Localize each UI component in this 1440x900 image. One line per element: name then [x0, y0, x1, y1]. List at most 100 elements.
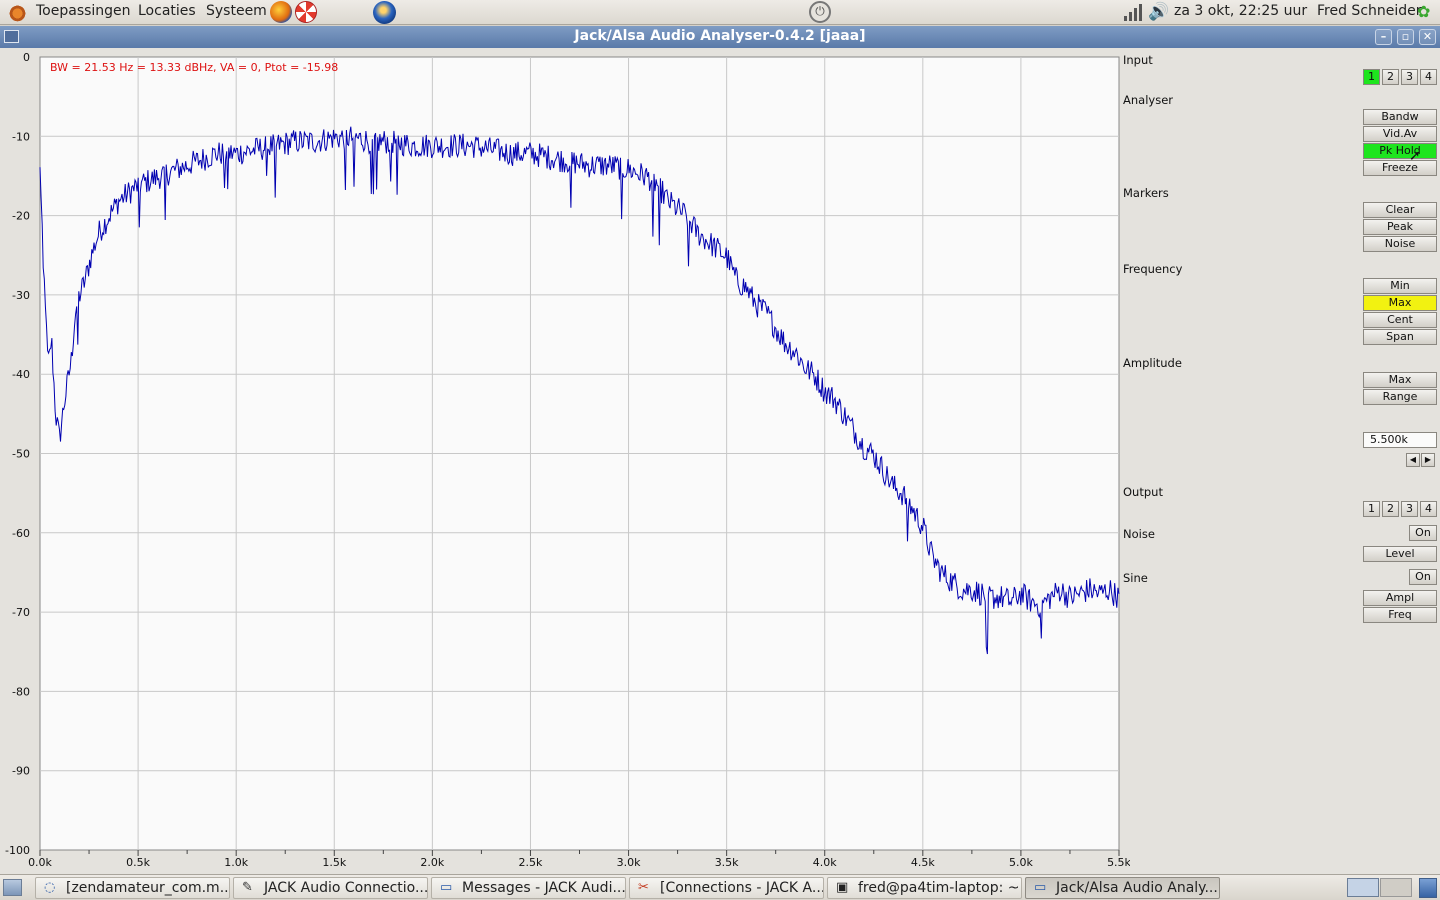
peak-hold-button[interactable]: Pk Hold	[1363, 143, 1437, 159]
user-status-icon[interactable]: ✿	[1417, 2, 1430, 21]
show-desktop-icon[interactable]	[3, 879, 22, 896]
spectrum-chart[interactable]: 0 -10 -20 -30 -40 -50 -60 -70 -80 -90 -100 0.0k 0.5…	[0, 48, 1130, 874]
y-tick-label: -20	[12, 210, 30, 223]
browser-icon: ◌	[44, 880, 56, 895]
y-tick-label: -50	[12, 448, 30, 461]
spectrum-plot[interactable]: 0 -10 -20 -30 -40 -50 -60 -70 -80 -90 -100 0.0k 0.5…	[0, 48, 1130, 874]
x-tick-label: 3.0k	[617, 856, 641, 869]
y-tick-label: -30	[12, 289, 30, 302]
jack-icon: ✎	[242, 880, 253, 895]
menu-places[interactable]: Locaties	[138, 3, 196, 19]
network-signal-icon[interactable]	[1124, 4, 1142, 21]
sine-on-button[interactable]: On	[1409, 569, 1437, 585]
minimize-button[interactable]: –	[1375, 29, 1392, 45]
control-panel: Input 1 2 3 4 Analyser Bandw Vid.Av Pk H…	[1120, 48, 1440, 874]
x-tick-label: 1.0k	[224, 856, 248, 869]
x-tick-label: 2.5k	[519, 856, 543, 869]
gnome-foot-icon[interactable]	[8, 3, 27, 22]
video-average-button[interactable]: Vid.Av	[1363, 126, 1437, 142]
sine-amplitude-button[interactable]: Ampl	[1363, 590, 1437, 606]
noise-on-button[interactable]: On	[1409, 525, 1437, 541]
sine-frequency-button[interactable]: Freq	[1363, 607, 1437, 623]
amplitude-label: Amplitude	[1123, 356, 1182, 370]
y-tick-label: -40	[12, 368, 30, 381]
window-titlebar[interactable]: Jack/Alsa Audio Analyser-0.4.2 [jaaa] – …	[0, 26, 1440, 48]
window-title: Jack/Alsa Audio Analyser-0.4.2 [jaaa]	[574, 28, 866, 44]
output-channel-1-button[interactable]: 1	[1363, 501, 1380, 517]
window-icon: ▭	[1034, 880, 1047, 895]
output-label: Output	[1123, 485, 1163, 499]
x-tick-label: 0.0k	[28, 856, 52, 869]
clock[interactable]: za 3 okt, 22:25 uur	[1174, 3, 1307, 19]
menu-applications[interactable]: Toepassingen	[36, 3, 131, 19]
noise-label: Noise	[1123, 527, 1155, 541]
y-tick-label: 0	[23, 51, 30, 64]
firefox-icon[interactable]	[270, 1, 292, 23]
frequency-span-button[interactable]: Span	[1363, 329, 1437, 345]
top-panel: Toepassingen Locaties Systeem ⏻ 🔊 za 3 o…	[0, 0, 1440, 25]
input-label: Input	[1123, 53, 1153, 67]
x-tick-label: 2.0k	[420, 856, 444, 869]
x-tick-label: 3.5k	[715, 856, 739, 869]
y-tick-label: -80	[12, 685, 30, 698]
close-button[interactable]: ✕	[1419, 29, 1436, 45]
workspace-2[interactable]	[1380, 878, 1412, 897]
x-tick-label: 1.5k	[322, 856, 346, 869]
output-channel-2-button[interactable]: 2	[1382, 501, 1399, 517]
maximize-button[interactable]: ▫	[1397, 29, 1414, 45]
output-channel-3-button[interactable]: 3	[1401, 501, 1418, 517]
window-icon: ▭	[440, 880, 453, 895]
frequency-label: Frequency	[1123, 262, 1183, 276]
thunderbird-icon[interactable]	[373, 1, 396, 24]
input-channel-2-button[interactable]: 2	[1382, 69, 1399, 85]
taskbar: ◌ [zendamateur_com.m... ✎ JACK Audio Conne…	[0, 874, 1440, 900]
trash-icon[interactable]	[1419, 878, 1437, 898]
decrement-arrow-button[interactable]: ◀	[1406, 453, 1420, 467]
help-lifebuoy-icon[interactable]	[295, 1, 317, 23]
bandwidth-button[interactable]: Bandw	[1363, 109, 1437, 125]
increment-arrow-button[interactable]: ▶	[1421, 453, 1435, 467]
power-icon[interactable]: ⏻	[809, 1, 831, 23]
y-tick-label: -10	[12, 130, 30, 143]
taskbar-item-messages[interactable]: ▭ Messages - JACK Audi...	[431, 877, 626, 899]
y-tick-label: -90	[12, 765, 30, 778]
frequency-max-button[interactable]: Max	[1363, 295, 1437, 311]
output-channel-4-button[interactable]: 4	[1420, 501, 1437, 517]
markers-label: Markers	[1123, 186, 1169, 200]
x-tick-label: 4.5k	[911, 856, 935, 869]
taskbar-item-terminal[interactable]: ▣ fred@pa4tim-laptop: ~	[827, 877, 1022, 899]
y-tick-label: -70	[12, 606, 30, 619]
input-channel-3-button[interactable]: 3	[1401, 69, 1418, 85]
amplitude-range-button[interactable]: Range	[1363, 389, 1437, 405]
frequency-center-button[interactable]: Cent	[1363, 312, 1437, 328]
taskbar-item-connections[interactable]: ✂ [Connections - JACK A...	[629, 877, 824, 899]
markers-peak-button[interactable]: Peak	[1363, 219, 1437, 235]
noise-level-button[interactable]: Level	[1363, 546, 1437, 562]
value-entry[interactable]: 5.500k	[1363, 432, 1437, 448]
mouse-cursor-icon: ➚	[1409, 148, 1421, 164]
volume-icon[interactable]: 🔊	[1148, 2, 1169, 22]
input-channel-4-button[interactable]: 4	[1420, 69, 1437, 85]
workspace-1[interactable]	[1347, 878, 1379, 897]
terminal-icon: ▣	[836, 880, 849, 895]
menu-system[interactable]: Systeem	[206, 3, 267, 19]
input-channel-1-button[interactable]: 1	[1363, 69, 1380, 85]
app-area: 0 -10 -20 -30 -40 -50 -60 -70 -80 -90 -100 0.0k 0.5…	[0, 48, 1440, 874]
taskbar-item-jack[interactable]: ✎ JACK Audio Connectio...	[233, 877, 428, 899]
user-name[interactable]: Fred Schneider	[1317, 3, 1422, 19]
connections-icon: ✂	[638, 880, 649, 895]
analyser-label: Analyser	[1123, 93, 1173, 107]
amplitude-max-button[interactable]: Max	[1363, 372, 1437, 388]
y-tick-label: -60	[12, 527, 30, 540]
frequency-min-button[interactable]: Min	[1363, 278, 1437, 294]
x-tick-label: 0.5k	[126, 856, 150, 869]
x-tick-label: 5.0k	[1009, 856, 1033, 869]
y-tick-label: -100	[5, 844, 30, 857]
taskbar-item-browser[interactable]: ◌ [zendamateur_com.m...	[35, 877, 230, 899]
sine-label: Sine	[1123, 571, 1148, 585]
info-text: BW = 21.53 Hz = 13.33 dBHz, VA = 0, Ptot…	[50, 61, 339, 74]
taskbar-item-analyser[interactable]: ▭ Jack/Alsa Audio Analy...	[1025, 877, 1220, 899]
markers-noise-button[interactable]: Noise	[1363, 236, 1437, 252]
markers-clear-button[interactable]: Clear	[1363, 202, 1437, 218]
freeze-button[interactable]: Freeze	[1363, 160, 1437, 176]
